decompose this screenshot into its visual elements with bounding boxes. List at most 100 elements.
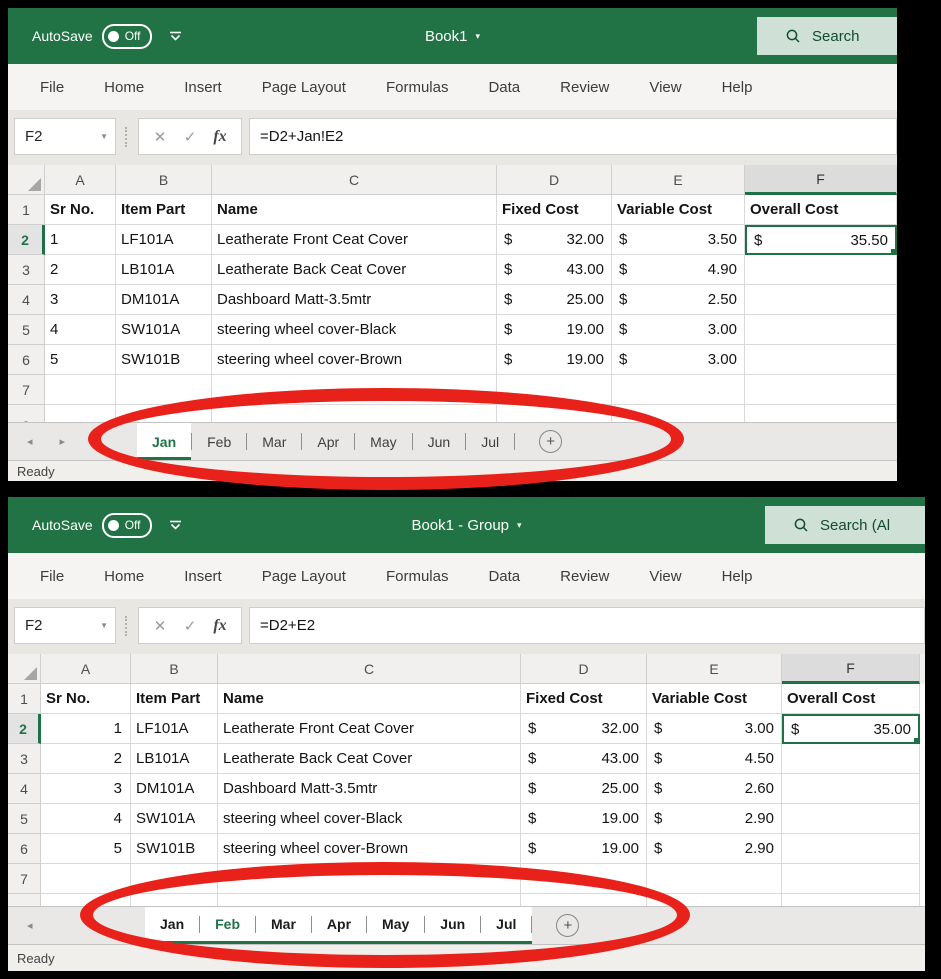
sheet-tab-jan[interactable]: Jan <box>137 423 191 460</box>
cell-f3[interactable] <box>782 744 920 774</box>
cell-b3[interactable]: LB101A <box>116 255 212 285</box>
cell-e3[interactable]: $4.50 <box>647 744 782 774</box>
cell-c4[interactable]: Dashboard Matt-3.5mtr <box>218 774 521 804</box>
cell-c6[interactable]: steering wheel cover-Brown <box>212 345 497 375</box>
row-header-1[interactable]: 1 <box>8 195 45 225</box>
column-header-c[interactable]: C <box>218 654 521 684</box>
column-header-d[interactable]: D <box>521 654 647 684</box>
cell-f3[interactable] <box>745 255 897 285</box>
cell-b2[interactable]: LF101A <box>116 225 212 255</box>
ribbon-tab-data[interactable]: Data <box>468 64 540 110</box>
sheet-tab-jun[interactable]: Jun <box>413 423 466 460</box>
insert-function-icon[interactable]: fx <box>205 617 235 635</box>
autosave-toggle[interactable]: AutoSave Off <box>32 513 152 538</box>
column-header-c[interactable]: C <box>212 165 497 195</box>
cell-b3[interactable]: LB101A <box>131 744 218 774</box>
insert-function-icon[interactable]: fx <box>205 128 235 146</box>
sheet-tab-jan[interactable]: Jan <box>145 907 199 941</box>
cell-d1[interactable]: Fixed Cost <box>521 684 647 714</box>
cell-d6[interactable]: $19.00 <box>497 345 612 375</box>
cell-f2[interactable]: $35.00 <box>782 714 920 744</box>
tab-scroll-right-icon[interactable]: ▸ <box>60 435 66 448</box>
cell-f6[interactable] <box>782 834 920 864</box>
cell-c2[interactable]: Leatherate Front Ceat Cover <box>218 714 521 744</box>
ribbon-tab-file[interactable]: File <box>20 64 84 110</box>
cell-f1[interactable]: Overall Cost <box>782 684 920 714</box>
cell-d5[interactable]: $19.00 <box>521 804 647 834</box>
cell-d5[interactable]: $19.00 <box>497 315 612 345</box>
cell-d7[interactable] <box>521 864 647 894</box>
formula-input[interactable]: =D2+Jan!E2 <box>249 118 897 155</box>
column-header-f[interactable]: F <box>782 654 920 684</box>
cell-b5[interactable]: SW101A <box>131 804 218 834</box>
cell-e1[interactable]: Variable Cost <box>647 684 782 714</box>
autosave-switch[interactable]: Off <box>102 24 152 49</box>
cell-c5[interactable]: steering wheel cover-Black <box>212 315 497 345</box>
cell-c4[interactable]: Dashboard Matt-3.5mtr <box>212 285 497 315</box>
enter-icon[interactable]: ✓ <box>175 617 205 635</box>
autosave-switch[interactable]: Off <box>102 513 152 538</box>
cell-b7[interactable] <box>131 864 218 894</box>
cell-d2[interactable]: $32.00 <box>497 225 612 255</box>
ribbon-tab-page-layout[interactable]: Page Layout <box>242 553 366 599</box>
cell-e6[interactable]: $3.00 <box>612 345 745 375</box>
ribbon-tab-formulas[interactable]: Formulas <box>366 64 469 110</box>
column-header-b[interactable]: B <box>116 165 212 195</box>
ribbon-tab-review[interactable]: Review <box>540 64 629 110</box>
ribbon-tab-file[interactable]: File <box>20 553 84 599</box>
row-header-2[interactable]: 2 <box>8 225 45 255</box>
new-sheet-button[interactable]: + <box>556 914 579 937</box>
workbook-title[interactable]: Book1 - Group ▾ <box>411 517 521 534</box>
cell-d6[interactable]: $19.00 <box>521 834 647 864</box>
sheet-tab-may[interactable]: May <box>367 907 424 941</box>
row-header-clipped[interactable]: 8 <box>8 894 41 906</box>
search-box[interactable]: Search (Al <box>765 506 925 544</box>
column-header-e[interactable]: E <box>612 165 745 195</box>
cell-b2[interactable]: LF101A <box>131 714 218 744</box>
cell-e6[interactable]: $2.90 <box>647 834 782 864</box>
cell-e7[interactable] <box>612 375 745 405</box>
cell-a5[interactable]: 4 <box>41 804 131 834</box>
cell-b1[interactable]: Item Part <box>116 195 212 225</box>
new-sheet-button[interactable]: + <box>539 430 562 453</box>
ribbon-tab-help[interactable]: Help <box>702 553 773 599</box>
cell-a7[interactable] <box>41 864 131 894</box>
sheet-tab-feb[interactable]: Feb <box>200 907 255 941</box>
ribbon-tab-home[interactable]: Home <box>84 64 164 110</box>
cell-b4[interactable]: DM101A <box>116 285 212 315</box>
column-header-b[interactable]: B <box>131 654 218 684</box>
cell-a7[interactable] <box>45 375 116 405</box>
row-header-6[interactable]: 6 <box>8 834 41 864</box>
cell-d2[interactable]: $32.00 <box>521 714 647 744</box>
sheet-tab-feb[interactable]: Feb <box>192 423 246 460</box>
cell-f4[interactable] <box>782 774 920 804</box>
cell-c7[interactable] <box>212 375 497 405</box>
sheet-tab-apr[interactable]: Apr <box>312 907 366 941</box>
cell-f5[interactable] <box>782 804 920 834</box>
cell-e1[interactable]: Variable Cost <box>612 195 745 225</box>
cell-a6[interactable]: 5 <box>45 345 116 375</box>
cell-a3[interactable]: 2 <box>41 744 131 774</box>
row-header-5[interactable]: 5 <box>8 804 41 834</box>
cell-b6[interactable]: SW101B <box>116 345 212 375</box>
ribbon-tab-review[interactable]: Review <box>540 553 629 599</box>
workbook-title[interactable]: Book1 ▾ <box>425 28 480 45</box>
ribbon-tab-data[interactable]: Data <box>468 553 540 599</box>
row-header-1[interactable]: 1 <box>8 684 41 714</box>
sheet-tab-jul[interactable]: Jul <box>466 423 514 460</box>
cell-e4[interactable]: $2.60 <box>647 774 782 804</box>
ribbon-tab-insert[interactable]: Insert <box>164 553 242 599</box>
ribbon-display-options-icon[interactable] <box>168 520 183 531</box>
cell-b1[interactable]: Item Part <box>131 684 218 714</box>
cell-f7[interactable] <box>782 864 920 894</box>
cell-d4[interactable]: $25.00 <box>497 285 612 315</box>
row-header-7[interactable]: 7 <box>8 375 45 405</box>
sheet-tab-may[interactable]: May <box>355 423 411 460</box>
row-header-6[interactable]: 6 <box>8 345 45 375</box>
column-header-f[interactable]: F <box>745 165 897 195</box>
cell-b6[interactable]: SW101B <box>131 834 218 864</box>
select-all-button[interactable] <box>8 654 41 684</box>
cell-a1[interactable]: Sr No. <box>45 195 116 225</box>
row-header-clipped[interactable]: 8 <box>8 405 45 422</box>
cell-b4[interactable]: DM101A <box>131 774 218 804</box>
